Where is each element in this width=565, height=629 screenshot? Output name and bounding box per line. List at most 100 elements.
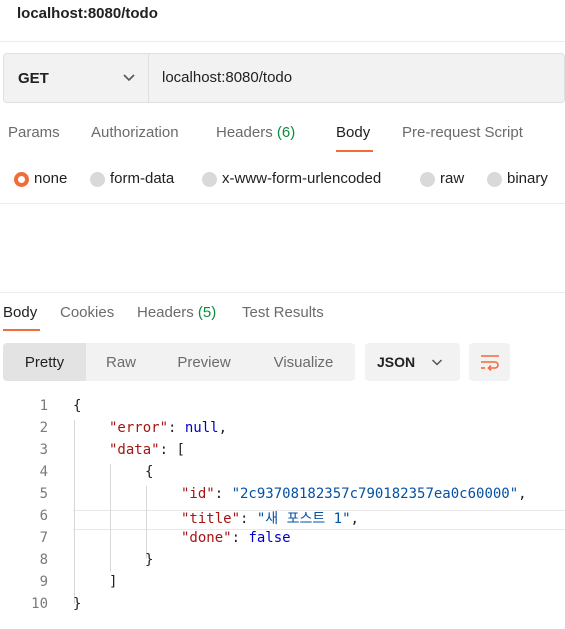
tab-count: (6) xyxy=(276,124,296,141)
view-pretty-button[interactable]: Pretty xyxy=(3,343,86,381)
json-value: null xyxy=(184,420,219,436)
radio-label: form-data xyxy=(110,170,175,187)
json-key: "data" xyxy=(109,442,160,458)
json-separator: : xyxy=(214,486,232,502)
radio-label: binary xyxy=(507,170,548,187)
line-number: 8 xyxy=(39,552,48,568)
radio-label: none xyxy=(34,170,68,187)
tab-label: Headers xyxy=(216,124,273,141)
radio-icon xyxy=(487,172,502,187)
tab-params[interactable]: Params xyxy=(8,124,60,141)
tab-authorization[interactable]: Authorization xyxy=(91,124,179,141)
format-select[interactable]: JSON xyxy=(365,343,460,381)
method-label: GET xyxy=(18,70,49,87)
view-preview-button[interactable]: Preview xyxy=(156,343,252,381)
format-label: JSON xyxy=(377,354,416,370)
line-number: 5 xyxy=(39,486,48,502)
tab-pre-request-script[interactable]: Pre-request Script xyxy=(402,124,523,141)
json-tail: , xyxy=(350,511,359,527)
tab-label: Pre-request Script xyxy=(402,124,523,141)
json-separator: : xyxy=(240,511,257,527)
code-line: 10 } xyxy=(0,594,565,616)
json-key: "id" xyxy=(181,486,215,502)
tab-label: Body xyxy=(336,124,371,141)
tab-headers[interactable]: Headers (6) xyxy=(216,124,295,141)
json-tail: , xyxy=(518,486,527,502)
tab-label: Params xyxy=(8,124,60,141)
tab-label: Test Results xyxy=(242,304,324,321)
url-bar: GET localhost:8080/todo xyxy=(3,53,565,103)
json-entry: "id": "2c93708182357c790182357ea0c60000"… xyxy=(181,486,527,502)
json-entry: "data": [ xyxy=(109,442,185,458)
json-entry: "title": "새 포스트 1", xyxy=(181,508,359,528)
view-raw-button[interactable]: Raw xyxy=(86,343,156,381)
chevron-down-icon xyxy=(123,74,135,82)
code-line: 4 { xyxy=(0,462,565,484)
body-type-options: none form-data x-www-form-urlencoded raw… xyxy=(0,166,565,192)
active-tab-indicator xyxy=(3,329,40,331)
code-line: 3 "data": [ xyxy=(0,440,565,462)
radio-selected-icon xyxy=(14,172,29,187)
line-number: 6 xyxy=(39,508,48,524)
json-tail: , xyxy=(218,420,228,436)
json-value: "새 포스트 1" xyxy=(256,511,351,527)
json-value: false xyxy=(248,530,291,546)
title-bar: localhost:8080/todo xyxy=(0,0,565,42)
response-tabs: Body Cookies Headers (5) Test Results xyxy=(0,300,565,334)
active-tab-indicator xyxy=(336,150,373,152)
response-tab-test-results[interactable]: Test Results xyxy=(242,304,324,321)
tab-count: (5) xyxy=(197,304,217,321)
json-value: "2c93708182357c790182357ea0c60000" xyxy=(231,486,519,502)
line-number: 2 xyxy=(39,420,48,436)
wrap-lines-button[interactable] xyxy=(469,343,510,381)
line-number: 10 xyxy=(31,596,48,612)
json-separator: : xyxy=(159,442,177,458)
line-number: 1 xyxy=(39,398,48,414)
divider xyxy=(0,203,565,204)
view-visualize-button[interactable]: Visualize xyxy=(252,343,355,381)
code-line: 2 "error": null, xyxy=(0,418,565,440)
code-line: 6 "title": "새 포스트 1", xyxy=(0,506,565,528)
tab-label: Cookies xyxy=(60,304,115,321)
tab-label: Authorization xyxy=(91,124,179,141)
code-line: 9 ] xyxy=(0,572,565,594)
radio-label: raw xyxy=(440,170,465,187)
json-key: "title" xyxy=(181,511,241,527)
response-tab-cookies[interactable]: Cookies xyxy=(60,304,114,321)
json-key: "done" xyxy=(181,530,232,546)
json-brace: { xyxy=(145,464,154,480)
json-separator: : xyxy=(168,420,185,436)
line-number: 3 xyxy=(39,442,48,458)
json-brace: } xyxy=(145,552,154,568)
response-tab-body[interactable]: Body xyxy=(3,304,37,321)
tab-body[interactable]: Body xyxy=(336,124,370,141)
response-tab-headers[interactable]: Headers (5) xyxy=(137,304,216,321)
line-number: 7 xyxy=(39,530,48,546)
json-bracket: ] xyxy=(109,574,118,590)
response-body-editor[interactable]: 1 { 2 "error": null, 3 "data": [ 4 { 5 "… xyxy=(0,396,565,626)
json-value: [ xyxy=(176,442,185,458)
wrap-lines-icon xyxy=(481,355,499,371)
chevron-down-icon xyxy=(431,359,443,366)
code-line: 7 "done": false xyxy=(0,528,565,550)
radio-icon xyxy=(90,172,105,187)
code-line: 1 { xyxy=(0,396,565,418)
view-mode-group: Pretty Raw Preview Visualize xyxy=(3,343,355,381)
tab-label: Body xyxy=(3,304,38,321)
json-brace: } xyxy=(73,596,82,612)
code-line: 5 "id": "2c93708182357c790182357ea0c6000… xyxy=(0,484,565,506)
json-separator: : xyxy=(231,530,249,546)
request-tabs: Params Authorization Headers (6) Body Pr… xyxy=(0,118,565,154)
line-number: 9 xyxy=(39,574,48,590)
radio-icon xyxy=(420,172,435,187)
json-entry: "error": null, xyxy=(109,420,227,436)
tab-label: Headers xyxy=(137,304,194,321)
method-select[interactable]: GET xyxy=(4,54,149,102)
radio-label: x-www-form-urlencoded xyxy=(222,170,382,187)
json-entry: "done": false xyxy=(181,530,291,546)
url-input[interactable]: localhost:8080/todo xyxy=(162,69,292,86)
code-line: 8 } xyxy=(0,550,565,572)
radio-icon xyxy=(202,172,217,187)
json-brace: { xyxy=(73,398,82,414)
divider xyxy=(0,292,565,293)
